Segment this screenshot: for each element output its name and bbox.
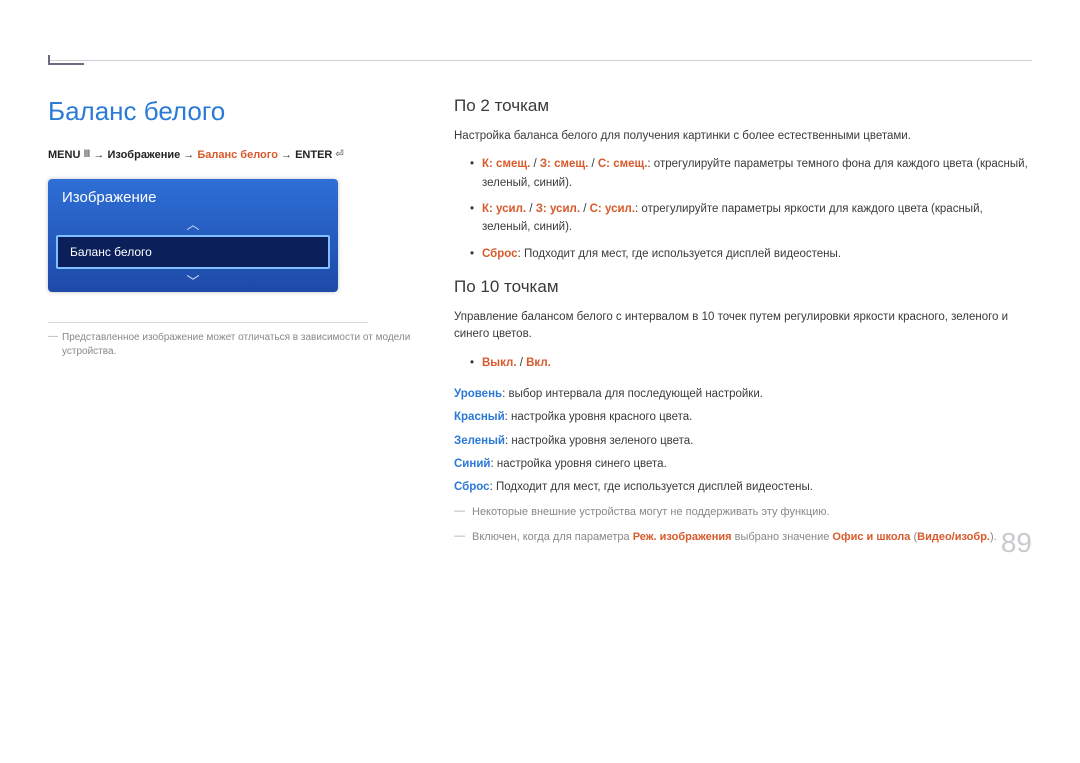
section-1-bullets: К: смещ. / З: смещ. / С: смещ.: отрегули… xyxy=(454,155,1032,263)
term: Красный xyxy=(454,411,505,423)
osd-menu-selected-item[interactable]: Баланс белого xyxy=(56,235,330,269)
chevron-up-icon[interactable]: ︿ xyxy=(48,212,338,235)
term: Видео/изобр. xyxy=(917,531,990,543)
page-number: 89 xyxy=(1001,527,1032,559)
term: С: усил. xyxy=(590,203,635,215)
definition-row: Сброс: Подходит для мест, где использует… xyxy=(454,479,1032,496)
list-item: Выкл. / Вкл. xyxy=(470,354,1032,372)
osd-menu-header: Изображение xyxy=(48,179,338,212)
left-column: Баланс белого MENU Ⅲ → Изображение → Бал… xyxy=(48,96,418,549)
text: выбрано значение xyxy=(732,531,833,543)
enter-icon: ⏎ xyxy=(335,150,343,160)
sep: / xyxy=(580,203,590,215)
term: Зеленый xyxy=(454,435,505,447)
breadcrumb-sep: → xyxy=(281,149,295,161)
definition-row: Уровень: выбор интервала для последующей… xyxy=(454,386,1032,403)
term: Уровень xyxy=(454,388,502,400)
breadcrumb-sep: → xyxy=(93,149,107,161)
term: Сброс xyxy=(454,481,490,493)
right-column: По 2 точкам Настройка баланса белого для… xyxy=(454,96,1032,549)
footnote-2: Включен, когда для параметра Реж. изобра… xyxy=(454,529,1032,546)
term: Офис и школа xyxy=(832,531,910,543)
term: Выкл. xyxy=(482,357,517,369)
section-1-heading: По 2 точкам xyxy=(454,96,1032,116)
sep: / xyxy=(530,158,540,170)
desc: : настройка уровня зеленого цвета. xyxy=(505,435,693,447)
definition-row: Синий: настройка уровня синего цвета. xyxy=(454,456,1032,473)
header-rule xyxy=(48,60,1032,61)
chevron-down-icon[interactable]: ﹀ xyxy=(48,269,338,292)
term: Реж. изображения xyxy=(633,531,732,543)
term: Синий xyxy=(454,458,490,470)
menu-icon: Ⅲ xyxy=(83,150,90,160)
section-2-definitions: Уровень: выбор интервала для последующей… xyxy=(454,386,1032,496)
section-2-intro: Управление балансом белого с интервалом … xyxy=(454,309,1032,344)
sep: / xyxy=(517,357,527,369)
footnote-1: Некоторые внешние устройства могут не по… xyxy=(454,504,1032,521)
breadcrumb-p2: Баланс белого xyxy=(197,149,278,161)
text: Включен, когда для параметра xyxy=(472,531,633,543)
breadcrumb-p1: Изображение xyxy=(107,149,180,161)
header-mark-icon xyxy=(48,55,84,65)
term: Сброс xyxy=(482,248,518,260)
section-2-heading: По 10 точкам xyxy=(454,277,1032,297)
term: С: смещ. xyxy=(598,158,648,170)
term: Вкл. xyxy=(526,357,551,369)
breadcrumb-enter: ENTER xyxy=(295,149,332,161)
section-2-bullets: Выкл. / Вкл. xyxy=(454,354,1032,372)
sep: / xyxy=(588,158,598,170)
definition-row: Зеленый: настройка уровня зеленого цвета… xyxy=(454,433,1032,450)
breadcrumb: MENU Ⅲ → Изображение → Баланс белого → E… xyxy=(48,149,418,161)
text: ). xyxy=(990,531,997,543)
term: К: усил. xyxy=(482,203,526,215)
desc: : настройка уровня синего цвета. xyxy=(490,458,666,470)
page-title: Баланс белого xyxy=(48,96,418,127)
desc: : Подходит для мест, где используется ди… xyxy=(490,481,813,493)
definition-row: Красный: настройка уровня красного цвета… xyxy=(454,409,1032,426)
desc: : выбор интервала для последующей настро… xyxy=(502,388,763,400)
osd-menu: Изображение ︿ Баланс белого ﹀ xyxy=(48,179,338,292)
breadcrumb-sep: → xyxy=(183,149,197,161)
desc: : Подходит для мест, где используется ди… xyxy=(518,248,841,260)
section-1-intro: Настройка баланса белого для получения к… xyxy=(454,128,1032,145)
term: З: смещ. xyxy=(540,158,588,170)
left-divider xyxy=(48,322,368,323)
list-item: К: смещ. / З: смещ. / С: смещ.: отрегули… xyxy=(470,155,1032,192)
list-item: К: усил. / З: усил. / С: усил.: отрегули… xyxy=(470,200,1032,237)
term: К: смещ. xyxy=(482,158,530,170)
term: З: усил. xyxy=(536,203,580,215)
breadcrumb-menu: MENU xyxy=(48,149,80,161)
sep: / xyxy=(526,203,536,215)
left-footnote: Представленное изображение может отличат… xyxy=(48,331,418,359)
list-item: Сброс: Подходит для мест, где использует… xyxy=(470,245,1032,263)
desc: : настройка уровня красного цвета. xyxy=(505,411,693,423)
